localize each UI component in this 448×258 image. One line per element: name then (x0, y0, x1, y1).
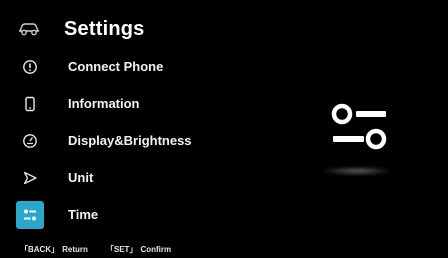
menu-item-label: Information (68, 96, 140, 111)
menu-item-label: Time (68, 207, 99, 222)
menu-item-label: Unit (68, 170, 94, 185)
menu-item-label: Display&Brightness (68, 133, 192, 148)
navigation-arrow-icon (16, 164, 44, 192)
sliders-toggle-icon (16, 200, 44, 229)
menu-item-time[interactable]: Time (16, 196, 276, 233)
back-key: 「BACK」 (20, 245, 60, 254)
settings-screen: Settings Connect Phone Information Displ… (0, 0, 448, 258)
back-action: Return (62, 245, 88, 254)
set-action: Confirm (140, 245, 172, 254)
back-hint: 「BACK」 Return (20, 244, 88, 255)
menu-item-information[interactable]: Information (16, 85, 276, 122)
header: Settings (16, 14, 145, 44)
car-icon (16, 19, 42, 39)
selected-item-preview (316, 90, 406, 180)
menu-item-connect-phone[interactable]: Connect Phone (16, 48, 276, 85)
menu-item-unit[interactable]: Unit (16, 159, 276, 196)
set-key: 「SET」 (105, 245, 138, 254)
key-hints: 「BACK」 Return 「SET」 Confirm (20, 244, 171, 255)
settings-menu: Connect Phone Information Display&Bright… (16, 48, 276, 233)
info-circle-icon (16, 53, 44, 81)
page-title: Settings (64, 17, 145, 40)
sliders-toggle-icon (328, 98, 392, 163)
menu-item-label: Connect Phone (68, 59, 164, 74)
phone-device-icon (16, 90, 44, 118)
set-hint: 「SET」 Confirm (106, 244, 171, 255)
gauge-icon (16, 127, 44, 155)
menu-item-display-brightness[interactable]: Display&Brightness (16, 122, 276, 159)
preview-reflection (322, 166, 392, 176)
